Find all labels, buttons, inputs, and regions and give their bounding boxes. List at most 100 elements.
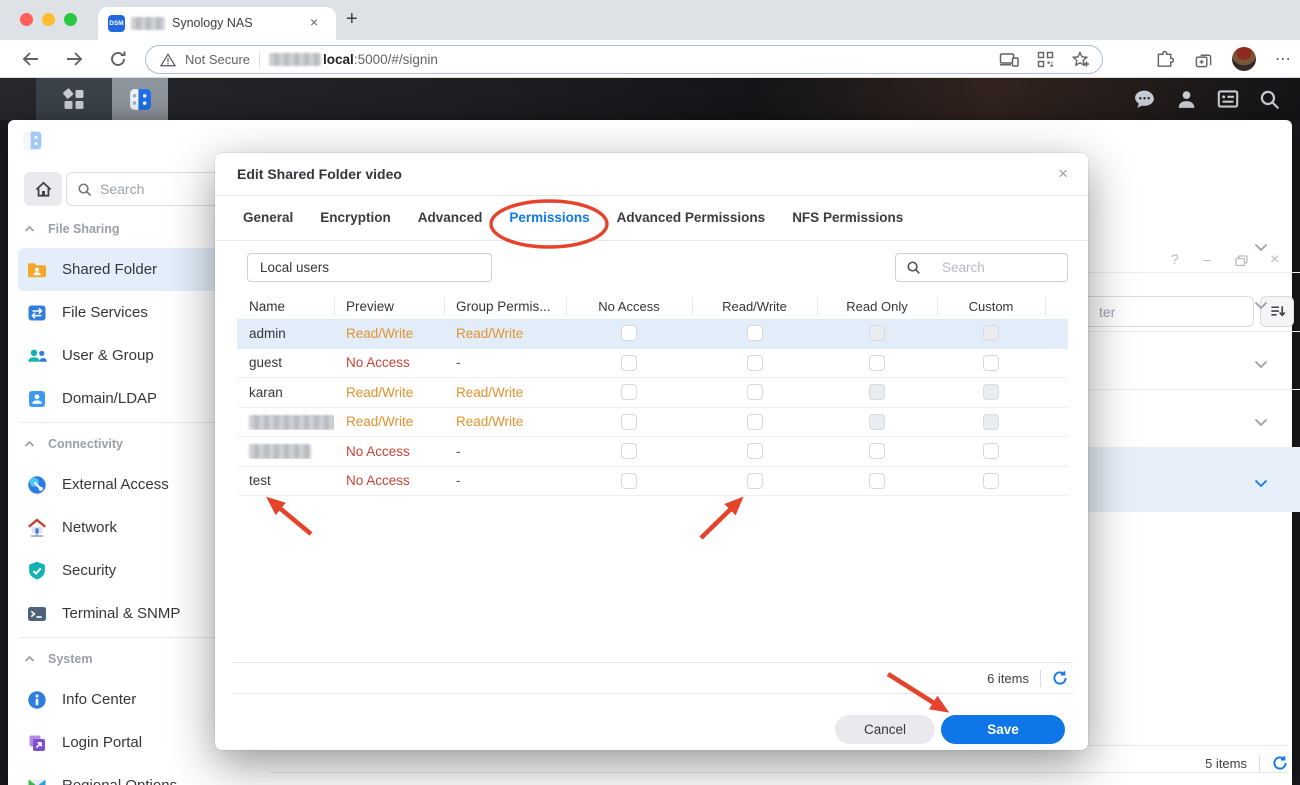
custom-checkbox[interactable] (983, 443, 999, 459)
read-write-checkbox[interactable] (747, 384, 763, 400)
read-write-checkbox[interactable] (747, 473, 763, 489)
expand-chevron-icon[interactable] (1254, 356, 1268, 374)
read-only-checkbox[interactable] (869, 473, 885, 489)
back-icon[interactable] (19, 48, 41, 70)
permission-row-test[interactable]: testNo Access- (237, 467, 1068, 497)
file-services-icon (26, 302, 48, 324)
user-options-icon[interactable] (1174, 87, 1199, 112)
send-to-devices-icon[interactable] (999, 52, 1019, 67)
column-header-no-access[interactable]: No Access (566, 299, 692, 314)
sidebar-item-user-group[interactable]: User & Group (18, 334, 239, 377)
custom-checkbox[interactable] (983, 355, 999, 371)
tab-general[interactable]: General (243, 210, 293, 225)
sidebar-item-regional-options[interactable]: Regional Options (18, 764, 239, 785)
terminal-snmp-icon (26, 603, 48, 625)
cancel-button[interactable]: Cancel (835, 715, 935, 744)
custom-checkbox (983, 414, 999, 430)
mac-minimize-button[interactable] (42, 13, 55, 26)
column-header-preview[interactable]: Preview (334, 299, 444, 314)
address-bar[interactable]: Not Secure local:5000/#/signin (145, 45, 1103, 74)
column-header-read-only[interactable]: Read Only (817, 299, 937, 314)
sidebar-item-terminal-snmp[interactable]: Terminal & SNMP (18, 592, 239, 635)
forward-icon[interactable] (63, 48, 85, 70)
profile-avatar[interactable] (1232, 47, 1256, 71)
expand-chevron-icon[interactable] (1254, 297, 1268, 315)
sidebar-item-shared-folder[interactable]: Shared Folder (18, 248, 239, 291)
url-host: local (323, 52, 354, 67)
dialog-footer-divider (232, 693, 1073, 694)
no-access-checkbox[interactable] (621, 473, 637, 489)
no-access-checkbox[interactable] (621, 414, 637, 430)
not-secure-warning-icon (160, 53, 176, 67)
new-tab-button[interactable]: + (346, 8, 358, 31)
sidebar-item-info-center[interactable]: Info Center (18, 678, 239, 721)
column-header-read-write[interactable]: Read/Write (692, 299, 817, 314)
read-write-checkbox[interactable] (747, 443, 763, 459)
browser-tab[interactable]: DSM Synology NAS × (98, 7, 336, 40)
mac-zoom-button[interactable] (64, 13, 77, 26)
collections-icon[interactable] (1194, 50, 1213, 69)
tab-advanced[interactable]: Advanced (418, 210, 483, 225)
sidebar-item-file-services[interactable]: File Services (18, 291, 239, 334)
sidebar-item-domain-ldap[interactable]: Domain/LDAP (18, 377, 239, 420)
home-button[interactable] (24, 172, 62, 206)
permission-row-guest[interactable]: guestNo Access- (237, 349, 1068, 379)
no-access-checkbox[interactable] (621, 325, 637, 341)
domain-ldap-icon (26, 388, 48, 410)
main-menu-button[interactable] (36, 78, 112, 120)
list-refresh-icon[interactable] (1272, 755, 1288, 771)
tab-permissions[interactable]: Permissions (509, 210, 589, 225)
user-scope-dropdown[interactable]: Local users (247, 253, 492, 282)
custom-checkbox[interactable] (983, 473, 999, 489)
tab-close-icon[interactable]: × (310, 14, 318, 30)
permission-row-karan[interactable]: karanRead/WriteRead/Write (237, 378, 1068, 408)
permission-row-redacted[interactable]: Read/WriteRead/Write (237, 408, 1068, 438)
expand-chevron-icon[interactable] (1254, 239, 1268, 257)
column-header-custom[interactable]: Custom (937, 299, 1045, 314)
no-access-checkbox[interactable] (621, 384, 637, 400)
no-access-checkbox[interactable] (621, 355, 637, 371)
permission-row-redacted[interactable]: No Access- (237, 437, 1068, 467)
add-favorite-star-icon[interactable] (1072, 51, 1090, 68)
sidebar-item-login-portal[interactable]: Login Portal (18, 721, 239, 764)
read-only-checkbox[interactable] (869, 355, 885, 371)
refresh-icon[interactable] (107, 48, 129, 70)
group-permission: Read/Write (444, 326, 566, 341)
control-panel-taskbar-button[interactable] (112, 78, 168, 120)
sidebar-item-network[interactable]: Network (18, 506, 239, 549)
no-access-checkbox[interactable] (621, 443, 637, 459)
table-refresh-icon[interactable] (1052, 670, 1068, 686)
header-separator (817, 298, 818, 315)
tab-nfs-permissions[interactable]: NFS Permissions (792, 210, 903, 225)
section-label: File Sharing (48, 222, 120, 236)
dialog-title: Edit Shared Folder video (237, 153, 402, 195)
notifications-chat-icon[interactable] (1131, 87, 1158, 112)
save-button[interactable]: Save (941, 715, 1065, 744)
dsm-search-icon[interactable] (1257, 87, 1282, 112)
column-header-group-permis-[interactable]: Group Permis... (444, 299, 566, 314)
permission-search-input[interactable]: Search (895, 253, 1068, 282)
preview-permission: No Access (334, 473, 444, 488)
preview-permission: Read/Write (334, 414, 444, 429)
permission-row-admin[interactable]: adminRead/WriteRead/Write (237, 319, 1068, 349)
read-only-checkbox[interactable] (869, 443, 885, 459)
extensions-icon[interactable] (1156, 50, 1175, 69)
dialog-close-icon[interactable]: × (1058, 164, 1068, 184)
read-write-checkbox[interactable] (747, 414, 763, 430)
sidebar-item-security[interactable]: Security (18, 549, 239, 592)
read-write-checkbox[interactable] (747, 325, 763, 341)
expand-chevron-icon[interactable] (1254, 414, 1268, 432)
sidebar-item-label: Security (62, 562, 116, 579)
widgets-icon[interactable] (1215, 86, 1241, 112)
header-separator (444, 298, 445, 315)
mac-close-button[interactable] (20, 13, 33, 26)
browser-menu-icon[interactable]: ⋯ (1275, 49, 1292, 69)
column-header-name[interactable]: Name (237, 299, 334, 314)
tab-encryption[interactable]: Encryption (320, 210, 391, 225)
expand-chevron-icon[interactable] (1254, 475, 1268, 493)
read-write-checkbox[interactable] (747, 355, 763, 371)
sidebar-item-external-access[interactable]: External Access (18, 463, 239, 506)
qr-code-icon[interactable] (1037, 51, 1054, 68)
tab-advanced-permissions[interactable]: Advanced Permissions (617, 210, 766, 225)
custom-checkbox (983, 384, 999, 400)
